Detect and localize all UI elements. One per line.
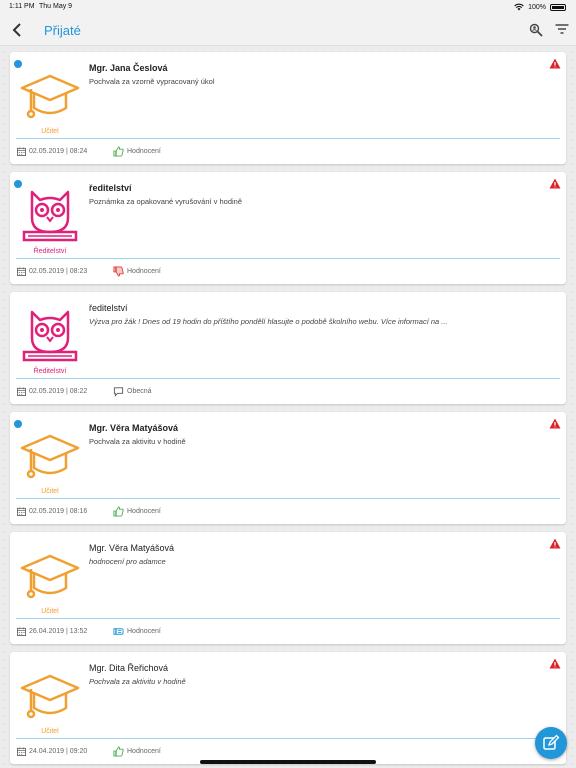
home-indicator bbox=[200, 760, 376, 764]
card-divider bbox=[16, 138, 560, 139]
warning-icon bbox=[549, 658, 561, 669]
message-card[interactable]: Učitel Mgr. Věra Matyášová Pochvala za a… bbox=[10, 412, 566, 524]
message-type: Hodnocení bbox=[113, 626, 161, 637]
message-datetime: 02.05.2019 | 08:22 bbox=[29, 388, 88, 395]
message-datetime: 26.04.2019 | 13:52 bbox=[29, 628, 88, 635]
sender-role: Učitel bbox=[41, 488, 59, 495]
back-button[interactable] bbox=[8, 20, 26, 40]
calendar-icon bbox=[17, 267, 26, 276]
message-subject: Pochvala za vzorně vypracovaný úkol bbox=[89, 77, 215, 86]
pencil-icon bbox=[543, 734, 560, 750]
card-divider bbox=[16, 498, 560, 499]
message-datetime: 02.05.2019 | 08:23 bbox=[29, 268, 88, 275]
card-divider bbox=[16, 738, 560, 739]
sender-name: Mgr. Věra Matyášová bbox=[89, 423, 179, 433]
wifi-icon bbox=[514, 3, 524, 11]
message-type: Hodnocení bbox=[113, 146, 161, 157]
message-subject: Poznámka za opakované vyrušování v hodin… bbox=[89, 197, 243, 206]
message-datetime: 02.05.2019 | 08:24 bbox=[29, 148, 88, 155]
status-time: 1:11 PM bbox=[9, 3, 35, 10]
battery-icon bbox=[550, 3, 566, 11]
sender-avatar: Učitel bbox=[20, 546, 80, 615]
card-footer: 02.05.2019 | 08:24 Hodnocení bbox=[17, 146, 557, 157]
message-type-label: Hodnocení bbox=[127, 268, 161, 275]
message-type-label: Hodnocení bbox=[127, 748, 161, 755]
graduation-cap-icon bbox=[20, 674, 80, 719]
card-divider bbox=[16, 378, 560, 379]
message-type-label: Hodnocení bbox=[127, 628, 161, 635]
card-divider bbox=[16, 258, 560, 259]
thumbs-up-icon bbox=[113, 746, 124, 757]
message-card[interactable]: Ředitelství ředitelství Výzva pro žák ! … bbox=[10, 292, 566, 404]
thumbs-neutral-icon bbox=[113, 628, 124, 635]
sender-name: Mgr. Věra Matyášová bbox=[89, 543, 175, 553]
page-title: Přijaté bbox=[44, 23, 81, 38]
status-right: 100% bbox=[514, 3, 566, 11]
message-type-label: Obecná bbox=[127, 388, 152, 395]
sender-role: Učitel bbox=[41, 728, 59, 735]
calendar-icon bbox=[17, 387, 26, 396]
sender-avatar: Ředitelství bbox=[20, 306, 80, 375]
warning-icon bbox=[549, 538, 561, 549]
calendar-icon bbox=[17, 747, 26, 756]
owl-icon bbox=[22, 310, 78, 362]
message-subject: Pochvala za aktivitu v hodině bbox=[89, 677, 186, 686]
card-footer: 26.04.2019 | 13:52 Hodnocení bbox=[17, 627, 557, 636]
message-type: Hodnocení bbox=[113, 746, 161, 757]
sender-role: Ředitelství bbox=[33, 248, 67, 255]
sender-name: ředitelství bbox=[89, 303, 128, 313]
message-type-label: Hodnocení bbox=[127, 148, 161, 155]
calendar-icon bbox=[17, 147, 26, 156]
status-bar: 1:11 PM Thu May 9 100% bbox=[0, 0, 576, 14]
sender-name: Mgr. Jana Česlová bbox=[89, 63, 168, 73]
message-datetime: 02.05.2019 | 08:16 bbox=[29, 508, 88, 515]
card-footer: 02.05.2019 | 08:22 Obecná bbox=[17, 386, 557, 397]
message-type: Hodnocení bbox=[113, 506, 161, 517]
sender-avatar: Učitel bbox=[20, 666, 80, 735]
sender-role: Učitel bbox=[41, 608, 59, 615]
message-card[interactable]: Ředitelství ředitelství Poznámka za opak… bbox=[10, 172, 566, 284]
message-card[interactable]: Učitel Mgr. Věra Matyášová hodnocení pro… bbox=[10, 532, 566, 644]
card-divider bbox=[16, 618, 560, 619]
battery-percent: 100% bbox=[528, 3, 546, 11]
filter-icon[interactable] bbox=[554, 22, 570, 38]
card-footer: 02.05.2019 | 08:16 Hodnocení bbox=[17, 506, 557, 517]
sender-role: Učitel bbox=[41, 128, 59, 135]
status-date: Thu May 9 bbox=[39, 3, 73, 10]
sender-name: ředitelství bbox=[89, 183, 132, 193]
sender-avatar: Učitel bbox=[20, 66, 80, 135]
thumbs-up-icon bbox=[113, 146, 124, 157]
graduation-cap-icon bbox=[20, 434, 80, 479]
message-type: Hodnocení bbox=[113, 266, 161, 277]
message-subject: hodnocení pro adamce bbox=[89, 557, 166, 566]
sender-name: Mgr. Dita Řeřichová bbox=[89, 663, 169, 673]
chat-bubble-icon bbox=[113, 387, 124, 397]
search-person-icon[interactable] bbox=[528, 22, 544, 38]
message-subject: Pochvala za aktivitu v hodině bbox=[89, 437, 186, 446]
card-footer: 02.05.2019 | 08:23 Hodnocení bbox=[17, 266, 557, 277]
message-card[interactable]: Učitel Mgr. Jana Česlová Pochvala za vzo… bbox=[10, 52, 566, 164]
message-subject: Výzva pro žák ! Dnes od 19 hodin do příš… bbox=[89, 317, 448, 326]
sender-avatar: Ředitelství bbox=[20, 186, 80, 255]
thumbs-up-icon bbox=[113, 506, 124, 517]
warning-icon bbox=[549, 418, 561, 429]
card-footer: 24.04.2019 | 09:20 Hodnocení bbox=[17, 746, 557, 757]
graduation-cap-icon bbox=[20, 554, 80, 599]
calendar-icon bbox=[17, 507, 26, 516]
sender-role: Ředitelství bbox=[33, 368, 67, 375]
warning-icon bbox=[549, 58, 561, 69]
thumbs-down-icon bbox=[113, 266, 124, 277]
calendar-icon bbox=[17, 627, 26, 636]
sender-avatar: Učitel bbox=[20, 426, 80, 495]
message-datetime: 24.04.2019 | 09:20 bbox=[29, 748, 88, 755]
graduation-cap-icon bbox=[20, 74, 80, 119]
message-type-label: Hodnocení bbox=[127, 508, 161, 515]
chevron-left-icon bbox=[12, 23, 21, 37]
nav-bar: Přijaté bbox=[0, 14, 576, 46]
compose-button[interactable] bbox=[535, 727, 567, 759]
message-type: Obecná bbox=[113, 386, 152, 397]
message-card[interactable]: Učitel Mgr. Dita Řeřichová Pochvala za a… bbox=[10, 652, 566, 764]
warning-icon bbox=[549, 178, 561, 189]
owl-icon bbox=[22, 190, 78, 242]
